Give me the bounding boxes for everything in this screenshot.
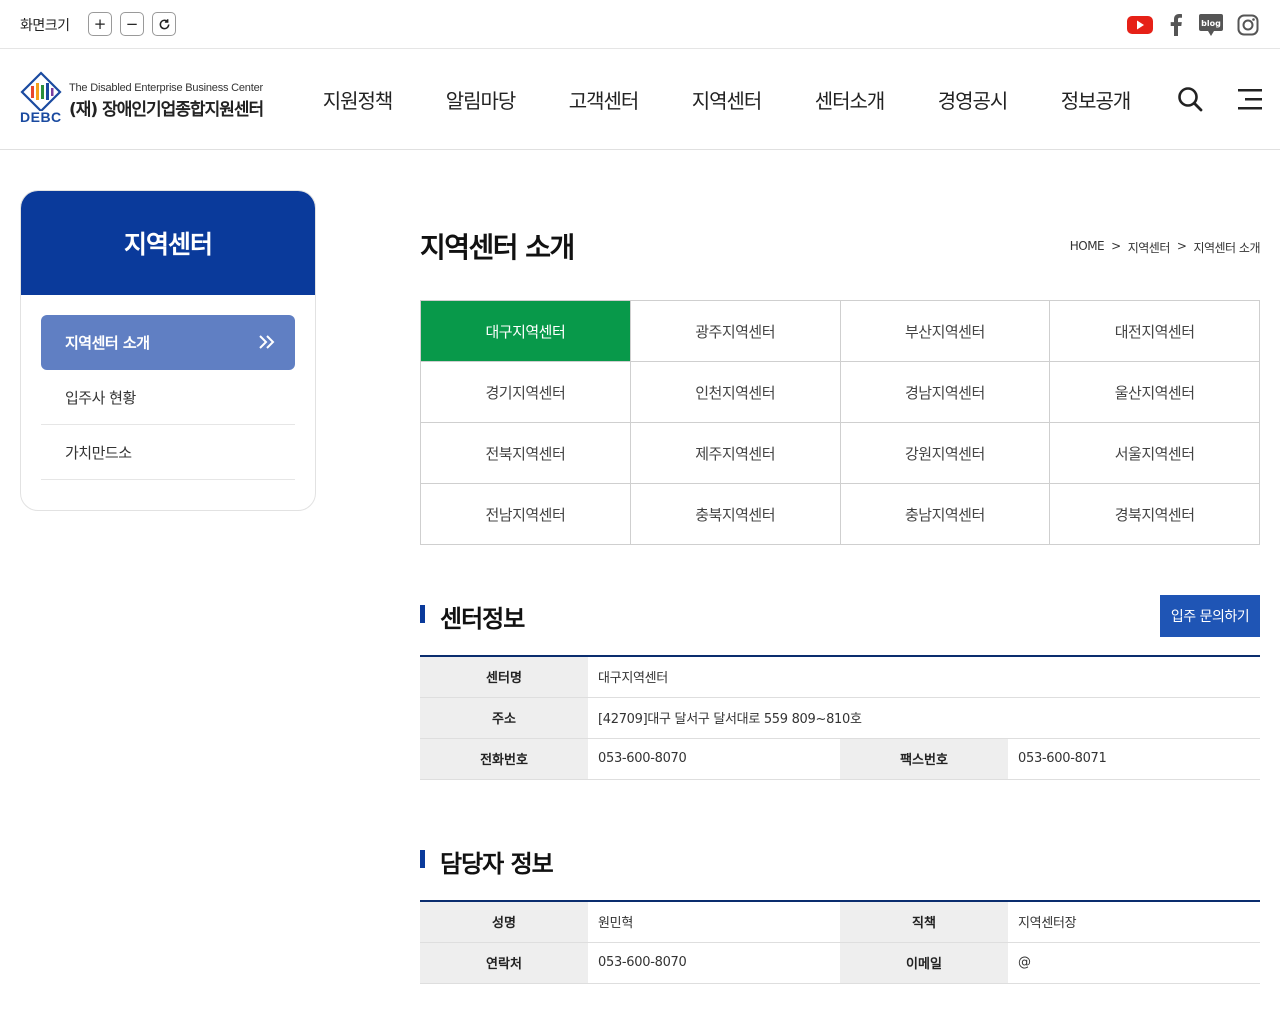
address-label: 주소 <box>420 697 588 739</box>
breadcrumb-regional-center[interactable]: 지역센터 <box>1128 239 1171 256</box>
center-tab-daegu[interactable]: 대구지역센터 <box>421 301 631 362</box>
search-icon[interactable] <box>1176 85 1204 113</box>
center-name-value: 대구지역센터 <box>588 656 1260 698</box>
center-tab-ulsan[interactable]: 울산지역센터 <box>1050 362 1260 423</box>
side-nav-item-center-intro[interactable]: 지역센터 소개 <box>41 315 295 370</box>
side-nav-item-label: 지역센터 소개 <box>65 334 150 352</box>
center-info-heading: 센터정보 <box>420 599 525 634</box>
table-row: 주소 [42709]대구 달서구 달서대로 559 809~810호 <box>420 697 1260 739</box>
nav-item-about[interactable]: 센터소개 <box>788 49 911 150</box>
nav-item-customer-center[interactable]: 고객센터 <box>542 49 665 150</box>
nav-item-regional-center[interactable]: 지역센터 <box>665 49 788 150</box>
inquiry-button[interactable]: 입주 문의하기 <box>1160 595 1260 637</box>
breadcrumb-home[interactable]: HOME <box>1070 239 1105 256</box>
center-tab-daejeon[interactable]: 대전지역센터 <box>1050 301 1260 362</box>
contact-value: 053-600-8070 <box>588 942 840 984</box>
zoom-reset-button[interactable] <box>152 12 176 36</box>
center-tab-chungbuk[interactable]: 충북지역센터 <box>630 484 841 545</box>
manager-info-table: 성명 원민혁 직책 지역센터장 연락처 053-600-8070 이메일 @ <box>420 900 1260 984</box>
position-label: 직책 <box>840 901 1008 943</box>
center-tab-jeju[interactable]: 제주지역센터 <box>630 423 841 484</box>
zoom-label: 화면크기 <box>20 18 70 34</box>
table-row: 성명 원민혁 직책 지역센터장 <box>420 901 1260 943</box>
nav-item-notices[interactable]: 알림마당 <box>419 49 542 150</box>
site-logo[interactable]: The Disabled Enterprise Business Center … <box>20 71 282 127</box>
center-tab-gyeongnam[interactable]: 경남지역센터 <box>840 362 1051 423</box>
breadcrumb-separator: > <box>1111 239 1121 253</box>
zoom-out-button[interactable]: − <box>120 12 144 36</box>
double-chevron-right-icon <box>259 335 275 349</box>
center-tab-gangwon[interactable]: 강원지역센터 <box>840 423 1051 484</box>
page-title: 지역센터 소개 <box>420 231 575 264</box>
center-tab-gyeongbuk[interactable]: 경북지역센터 <box>1050 484 1260 545</box>
phone-value: 053-600-8070 <box>588 738 840 780</box>
main-nav: 지원정책 알림마당 고객센터 지역센터 센터소개 경영공시 정보공개 <box>296 49 1157 150</box>
breadcrumb: HOME > 지역센터 > 지역센터 소개 <box>1070 239 1261 256</box>
manager-name-value: 원민혁 <box>588 901 840 943</box>
center-tab-incheon[interactable]: 인천지역센터 <box>630 362 841 423</box>
youtube-icon[interactable] <box>1127 12 1153 38</box>
side-nav-item-tenants[interactable]: 입주사 현황 <box>41 370 295 425</box>
email-value: @ <box>1008 942 1260 984</box>
center-info-table: 센터명 대구지역센터 주소 [42709]대구 달서구 달서대로 559 809… <box>420 655 1260 780</box>
center-tab-gwangju[interactable]: 광주지역센터 <box>630 301 841 362</box>
center-tab-busan[interactable]: 부산지역센터 <box>840 301 1051 362</box>
side-nav-item-label: 가치만드소 <box>65 443 132 462</box>
center-tab-jeonbuk[interactable]: 전북지역센터 <box>421 423 631 484</box>
side-nav: 지역센터 지역센터 소개 입주사 현황 가치만드소 <box>20 190 316 511</box>
position-value: 지역센터장 <box>1008 901 1260 943</box>
center-tab-seoul[interactable]: 서울지역센터 <box>1050 423 1260 484</box>
center-name-label: 센터명 <box>420 656 588 698</box>
center-tab-gyeonggi[interactable]: 경기지역센터 <box>421 362 631 423</box>
table-row: 연락처 053-600-8070 이메일 @ <box>420 942 1260 984</box>
logo-korean-text: (재) 장애인기업종합지원센터 <box>69 100 264 120</box>
breadcrumb-separator: > <box>1176 239 1187 253</box>
nav-item-support-policy[interactable]: 지원정책 <box>296 49 419 150</box>
instagram-icon[interactable] <box>1235 12 1261 38</box>
logo-mark-icon <box>20 71 62 111</box>
blog-icon[interactable]: blog <box>1198 12 1224 38</box>
zoom-in-button[interactable]: + <box>88 12 112 36</box>
table-row: 센터명 대구지역센터 <box>420 656 1260 698</box>
side-nav-item-value-makers[interactable]: 가치만드소 <box>41 425 295 480</box>
side-nav-title: 지역센터 <box>21 191 315 295</box>
plus-icon: + <box>93 14 107 33</box>
facebook-icon[interactable] <box>1163 12 1189 38</box>
center-tab-jeonnam[interactable]: 전남지역센터 <box>421 484 631 545</box>
nav-item-public-info[interactable]: 정보공개 <box>1034 49 1157 150</box>
utility-bar: 화면크기 + − blog <box>0 0 1280 49</box>
nav-item-disclosure[interactable]: 경영공시 <box>911 49 1034 150</box>
side-nav-item-label: 입주사 현황 <box>65 388 136 407</box>
menu-icon[interactable] <box>1236 85 1264 113</box>
table-row: 전화번호 053-600-8070 팩스번호 053-600-8071 <box>420 738 1260 780</box>
address-value: [42709]대구 달서구 달서대로 559 809~810호 <box>588 697 1260 739</box>
refresh-icon <box>159 18 169 29</box>
phone-label: 전화번호 <box>420 738 588 780</box>
email-label: 이메일 <box>840 942 1008 984</box>
site-header: The Disabled Enterprise Business Center … <box>0 49 1280 150</box>
manager-info-heading: 담당자 정보 <box>420 844 554 879</box>
breadcrumb-current: 지역센터 소개 <box>1193 241 1260 255</box>
svg-text:blog: blog <box>1201 19 1221 28</box>
logo-english-text: The Disabled Enterprise Business Center <box>69 82 263 94</box>
minus-icon: − <box>125 14 139 33</box>
fax-label: 팩스번호 <box>840 738 1008 780</box>
manager-name-label: 성명 <box>420 901 588 943</box>
center-tab-grid: 대구지역센터 광주지역센터 부산지역센터 대전지역센터 경기지역센터 인천지역센… <box>420 300 1260 545</box>
logo-abbr: DEBC <box>20 109 62 125</box>
fax-value: 053-600-8071 <box>1008 738 1260 780</box>
contact-label: 연락처 <box>420 942 588 984</box>
center-tab-chungnam[interactable]: 충남지역센터 <box>840 484 1051 545</box>
